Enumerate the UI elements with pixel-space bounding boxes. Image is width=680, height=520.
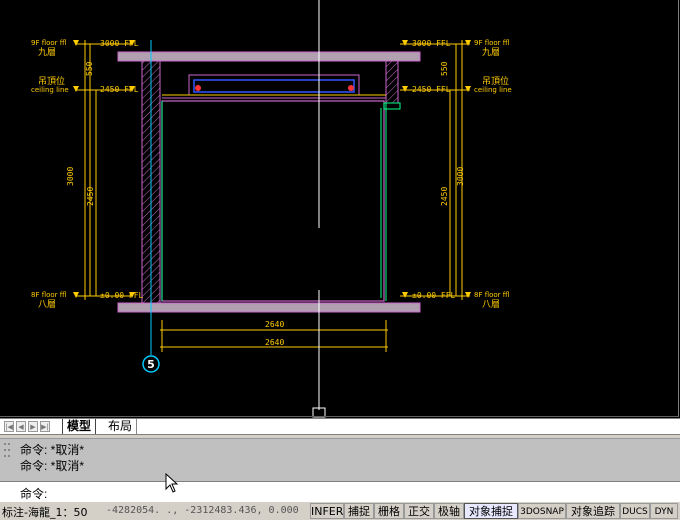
first-tab-button[interactable]: |◀: [4, 421, 14, 432]
status-btn-dyn[interactable]: DYN: [650, 503, 678, 519]
layout-tab-bar: |◀ ◀ ▶ ▶| 模型 布局: [0, 418, 680, 435]
right-level-top: 3000 FFL: [412, 39, 451, 48]
left-bottom-cn: 八層: [38, 299, 56, 310]
right-top-en: 9F floor ffl: [474, 39, 510, 47]
right-dim-2450: 2450: [440, 187, 449, 206]
next-tab-button[interactable]: ▶: [28, 421, 38, 432]
left-dim-550: 550: [85, 61, 94, 76]
prev-tab-button[interactable]: ◀: [16, 421, 26, 432]
left-top-en: 9F floor ffl: [31, 39, 67, 47]
right-wall-upper: [385, 60, 399, 104]
left-level-ceiling: 2450 FFL: [100, 85, 139, 94]
last-tab-button[interactable]: ▶|: [40, 421, 50, 432]
tab-layout[interactable]: 布局: [104, 419, 138, 434]
mouse-pointer-icon: [165, 473, 179, 493]
status-btn-polar[interactable]: 极轴: [434, 503, 464, 519]
right-ceiling-en: ceiling line: [474, 86, 512, 94]
drawing-canvas[interactable]: 5 3000 FFL 2450 FFL ±0.00 FFL 3000 FFL 2…: [0, 0, 680, 418]
right-level-ceiling: 2450 FFL: [412, 85, 451, 94]
status-btn-osnap[interactable]: 对象捕捉: [464, 503, 518, 519]
top-slab: [117, 51, 421, 62]
left-level-floor: ±0.00 FFL: [100, 291, 144, 300]
command-history: 命令: *取消* 命令: *取消*: [0, 439, 680, 481]
light-right: [348, 85, 354, 91]
right-bottom-en: 8F floor ffl: [474, 291, 510, 299]
bottom-slab: [117, 302, 421, 313]
light-left: [195, 85, 201, 91]
left-top-cn: 九層: [38, 47, 56, 58]
command-input[interactable]: 命令:: [0, 481, 680, 501]
left-ceiling-en: ceiling line: [31, 86, 69, 94]
history-line-1: 命令: *取消*: [20, 443, 85, 457]
status-btn-otrack[interactable]: 对象追踪: [566, 503, 620, 519]
grid-marker-label: 5: [147, 358, 155, 371]
history-line-2: 命令: *取消*: [20, 459, 85, 473]
left-dim-3000: 3000: [66, 167, 75, 186]
command-grip-icon[interactable]: [3, 441, 13, 481]
bottom-dim-1: 2640: [265, 320, 284, 329]
coordinate-readout: -4282054. ., -2312483.436, 0.000: [106, 505, 299, 516]
status-btn-infer[interactable]: INFER: [310, 503, 344, 519]
ceiling-inner: [193, 79, 355, 93]
right-dim-550: 550: [440, 61, 449, 76]
left-level-top: 3000 FFL: [100, 39, 139, 48]
dimension-style-label: 标注-海龍_1：50: [2, 506, 88, 519]
status-btn-ducs[interactable]: DUCS: [620, 503, 650, 519]
elevation-drawing: 5 3000 FFL 2450 FFL ±0.00 FFL 3000 FFL 2…: [31, 0, 512, 418]
left-dim-2450: 2450: [86, 187, 95, 206]
room-outline: [161, 100, 385, 302]
left-bottom-en: 8F floor ffl: [31, 291, 67, 299]
right-level-floor: ±0.00 FFL: [412, 291, 456, 300]
right-dim-3000: 3000: [456, 167, 465, 186]
status-btn-3dosnap[interactable]: 3DOSNAP: [518, 503, 566, 519]
right-bottom-cn: 八層: [482, 299, 500, 310]
status-bar: 标注-海龍_1：50 -4282054. ., -2312483.436, 0.…: [0, 501, 680, 520]
right-top-cn: 九層: [482, 47, 500, 58]
command-prompt: 命令:: [20, 487, 48, 501]
bottom-dim-2: 2640: [265, 338, 284, 347]
tab-model[interactable]: 模型: [62, 419, 97, 434]
status-btn-snap[interactable]: 捕捉: [344, 503, 374, 519]
status-btn-grid[interactable]: 栅格: [374, 503, 404, 519]
status-btn-ortho[interactable]: 正交: [404, 503, 434, 519]
